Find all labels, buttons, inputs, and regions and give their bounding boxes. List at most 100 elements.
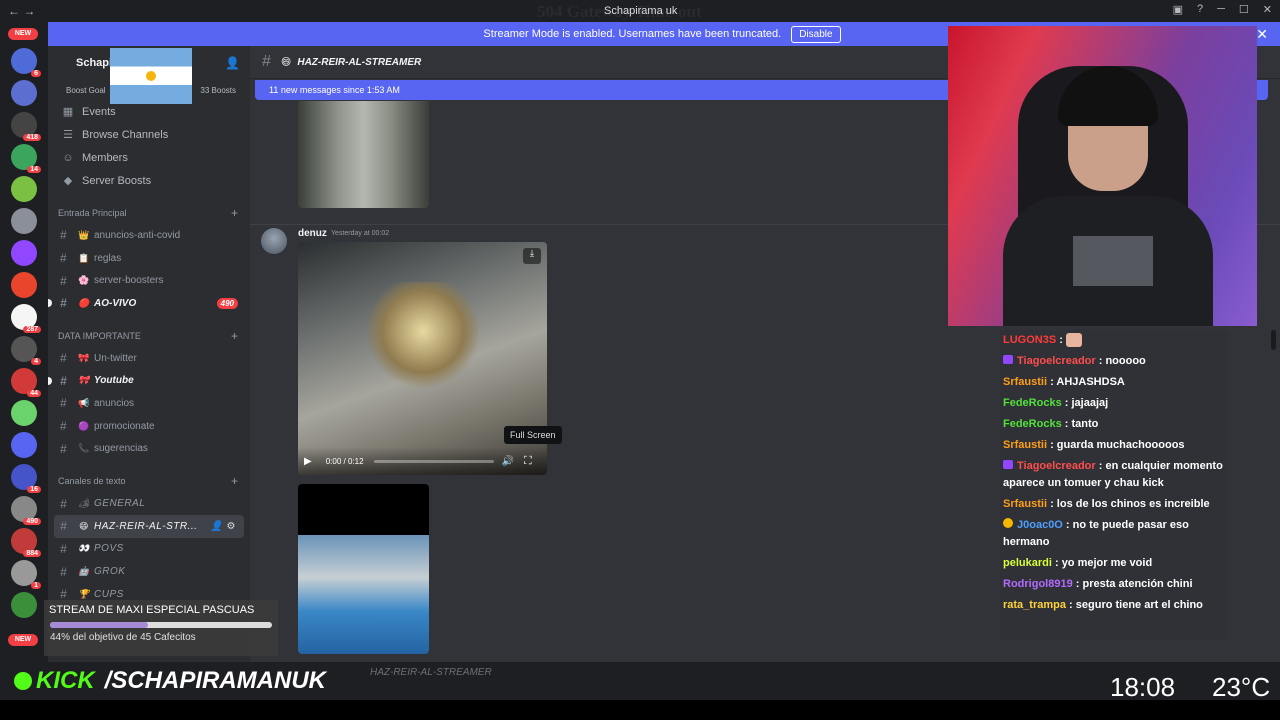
server-icon[interactable]: 884 [11, 528, 41, 557]
chat-username[interactable]: LUGON3S [1003, 334, 1056, 346]
chat-username[interactable]: J0oac0O [1017, 519, 1063, 531]
unread-indicator [48, 376, 52, 385]
chat-text: los de los chinos es increible [1056, 498, 1210, 510]
attachment-image[interactable] [298, 101, 429, 208]
add-channel-icon[interactable]: + [231, 329, 238, 343]
channel-label: HAZ-REIR-AL-STR... [94, 520, 198, 532]
server-icon[interactable] [11, 400, 37, 426]
mention-badge: 1 [31, 582, 41, 589]
close-icon[interactable]: ✕ [1263, 3, 1272, 16]
server-icon[interactable]: 490 [11, 496, 41, 525]
category-data[interactable]: DATA IMPORTANTE + [48, 325, 250, 347]
channel-item[interactable]: # 📋 reglas [48, 247, 250, 270]
channel-item[interactable]: # 🔴 AO-VIVO 490 [48, 292, 250, 315]
message-author[interactable]: denuz [298, 228, 327, 239]
server-icon[interactable] [11, 240, 37, 266]
server-icon[interactable]: 418 [11, 112, 41, 141]
invite-icon[interactable]: 👤 [225, 56, 240, 70]
server-icon[interactable]: 44 [11, 368, 41, 397]
channel-item[interactable]: # 🎀 Youtube [48, 369, 250, 392]
channel-settings-icon[interactable]: 👤 ⚙ [210, 521, 236, 532]
chat-username[interactable]: FedeRocks [1003, 418, 1062, 430]
server-icon[interactable] [11, 176, 37, 202]
server-icon[interactable]: 287 [11, 304, 41, 333]
channel-item[interactable]: # 🌸 server-boosters [48, 269, 250, 292]
hash-icon: # [60, 564, 68, 579]
minimize-icon[interactable]: ─ [1217, 3, 1225, 16]
server-icon[interactable]: 14 [11, 144, 41, 173]
channel-emoji-icon: 📢 [78, 397, 90, 408]
server-icon[interactable]: 4 [11, 336, 41, 365]
channel-item[interactable]: # 🏕 GENERAL [48, 492, 250, 515]
kick-handle: /SCHAPIRAMANUK [104, 667, 327, 694]
channel-emoji-icon: 📞 [78, 443, 90, 454]
play-icon[interactable]: ▶ [304, 456, 312, 467]
server-icon[interactable] [11, 272, 37, 298]
server-icon[interactable] [11, 208, 37, 234]
chat-username[interactable]: pelukardi [1003, 557, 1052, 569]
server-icon[interactable]: 16 [11, 464, 41, 493]
video-progress-bar[interactable] [373, 459, 494, 463]
server-list: NEW 6 418 14 287 4 44 16 490 884 1 NEW [0, 22, 48, 662]
chat-username[interactable]: Srfaustii [1003, 439, 1047, 451]
category-texto[interactable]: Canales de texto + [48, 470, 250, 492]
chat-username[interactable]: Tiagoelcreador [1017, 355, 1096, 367]
channel-item[interactable]: # 🎀 Un-twitter [48, 347, 250, 370]
channel-emoji-icon: 🏆 [78, 588, 90, 599]
message-input[interactable]: HAZ-REIR-AL-STREAMER [250, 662, 950, 684]
add-channel-icon[interactable]: + [231, 474, 238, 488]
channel-item[interactable]: # 📢 anuncios [48, 392, 250, 415]
channel-item[interactable]: # 📞 sugerencias [48, 438, 250, 461]
title-bar: ← → 504 Gateway Time-out Schapirama uk ▣… [0, 0, 1280, 22]
download-icon[interactable]: ⤓ [523, 248, 541, 264]
volume-icon[interactable]: 🔊 [502, 456, 514, 467]
inbox-icon[interactable]: ▣ [1173, 3, 1183, 16]
category-entrada[interactable]: Entrada Principal + [48, 202, 250, 224]
scrollbar[interactable] [1271, 330, 1276, 350]
server-icon[interactable]: 6 [11, 48, 41, 77]
menu-item[interactable]: ☺ Members [48, 146, 250, 169]
boost-count: 33 Boosts [200, 85, 236, 95]
server-icon[interactable]: 1 [11, 560, 41, 589]
menu-item[interactable]: ☰ Browse Channels [48, 123, 250, 146]
avatar[interactable] [261, 228, 287, 254]
vip-badge-icon [1003, 518, 1013, 528]
chat-message: Rodrigol8919 : presta atención chini [1000, 574, 1228, 595]
chat-username[interactable]: Srfaustii [1003, 376, 1047, 388]
chat-username[interactable]: Tiagoelcreador [1017, 460, 1096, 472]
channel-label: sugerencias [94, 443, 148, 455]
mention-badge: 6 [31, 70, 41, 77]
attachment-image[interactable] [298, 484, 429, 654]
menu-item[interactable]: ◆ Server Boosts [48, 169, 250, 192]
chat-username[interactable]: FedeRocks [1003, 397, 1062, 409]
server-icon[interactable] [11, 592, 37, 618]
help-icon[interactable]: ? [1197, 3, 1203, 16]
channel-item[interactable]: # 🟣 promocionate [48, 415, 250, 438]
channel-label: POVS [94, 543, 124, 555]
channel-emoji-icon: 🎀 [78, 352, 90, 363]
back-arrow-icon[interactable]: ← → [8, 4, 38, 18]
chat-text: AHJASHDSA [1056, 376, 1125, 388]
channel-label: anuncios-anti-covid [94, 229, 181, 241]
video-time: 0:00 / 0:12 [325, 456, 364, 466]
maximize-icon[interactable]: ☐ [1239, 3, 1249, 16]
server-icon[interactable] [11, 80, 37, 106]
channel-item[interactable]: # 😄 HAZ-REIR-AL-STR... 👤 ⚙ [54, 514, 244, 538]
chat-username[interactable]: Srfaustii [1003, 498, 1047, 510]
fullscreen-icon[interactable]: ⛶ [524, 455, 532, 468]
chat-text: guarda muchachooooos [1056, 439, 1185, 451]
chat-separator: : [1072, 578, 1083, 590]
chat-username[interactable]: Rodrigol8919 [1003, 578, 1073, 590]
disable-button[interactable]: Disable [791, 25, 841, 43]
channel-item[interactable]: # 👑 anuncios-anti-covid [48, 224, 250, 247]
chat-username[interactable]: rata_trampa [1003, 599, 1066, 611]
channel-item[interactable]: # 🤖 GROK [48, 560, 250, 583]
chat-text: yo mejor me void [1061, 557, 1153, 569]
channel-emoji-icon: 📋 [78, 252, 90, 263]
server-icon[interactable] [11, 432, 37, 458]
add-channel-icon[interactable]: + [231, 206, 238, 220]
close-banner-icon[interactable]: ✕ [1256, 26, 1268, 43]
mention-badge: 287 [23, 326, 41, 333]
chat-separator: : [1062, 519, 1073, 531]
channel-item[interactable]: # 👀 POVS [48, 538, 250, 561]
